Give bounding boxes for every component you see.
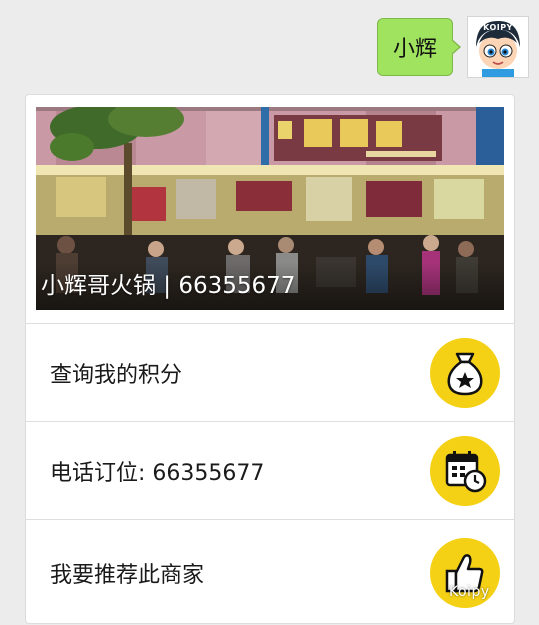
menu-row-label: 电话订位: 66355677 xyxy=(50,460,265,486)
menu-row-label: 查询我的积分 xyxy=(50,362,183,388)
merchant-card: 小辉哥火锅 | 66355677 查询我的积分 电话订位: 66355677 我… xyxy=(25,94,515,624)
restaurant-banner[interactable]: 小辉哥火锅 | 66355677 xyxy=(36,107,504,310)
menu-row-recommend-merchant[interactable]: 我要推荐此商家 xyxy=(26,519,514,625)
money-bag-star-icon xyxy=(430,337,500,408)
menu-row-label: 我要推荐此商家 xyxy=(50,562,205,588)
calendar-clock-icon xyxy=(430,435,500,506)
avatar-tag: KOIPY xyxy=(483,23,513,32)
menu-row-phone-booking[interactable]: 电话订位: 66355677 xyxy=(26,421,514,519)
avatar[interactable]: KOIPY xyxy=(467,16,529,78)
menu-row-query-points[interactable]: 查询我的积分 xyxy=(26,323,514,421)
chat-message-bubble[interactable]: 小辉 xyxy=(377,18,461,76)
banner-title: 小辉哥火锅 | 66355677 xyxy=(41,273,296,299)
watermark-text: Koipy xyxy=(449,584,490,600)
chat-message-text: 小辉 xyxy=(392,37,437,62)
